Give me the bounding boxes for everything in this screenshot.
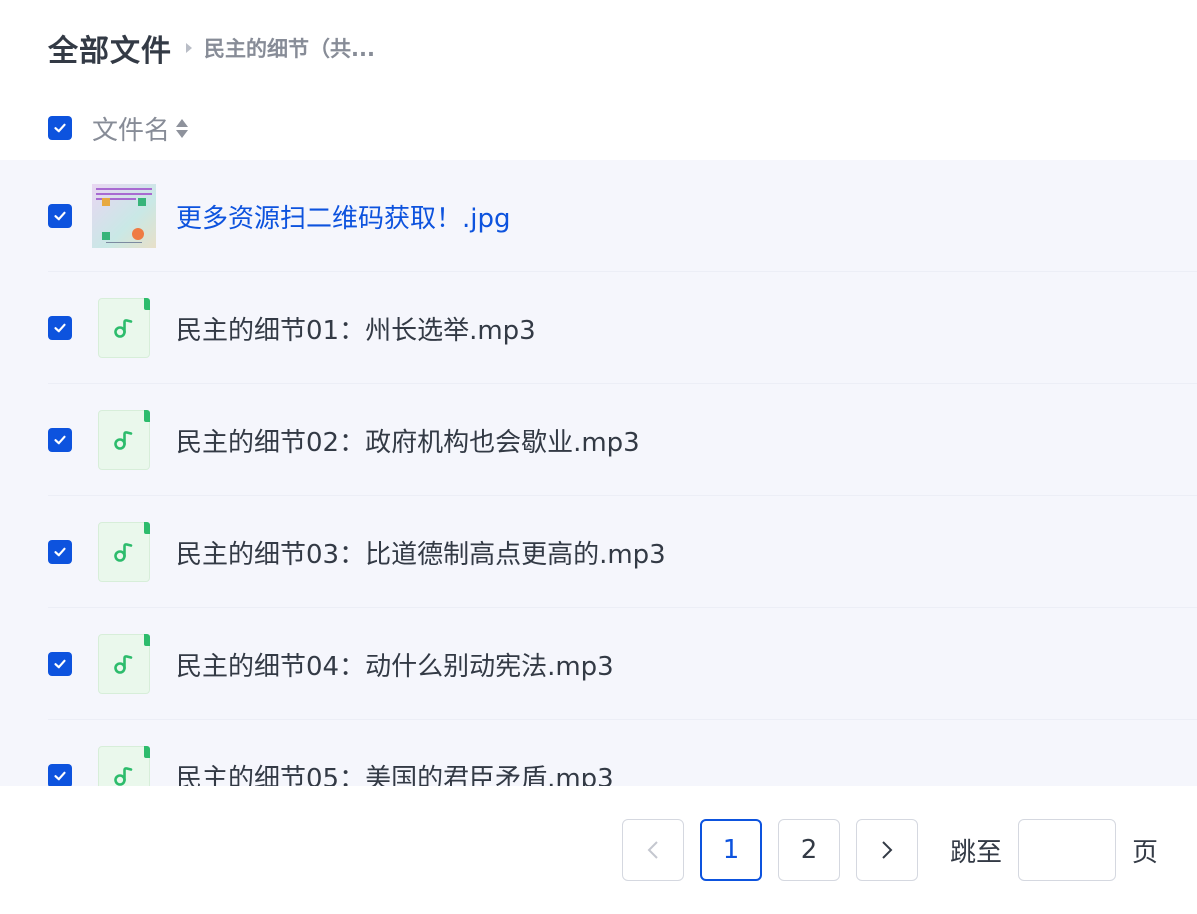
page-button-2[interactable]: 2 xyxy=(778,819,840,881)
breadcrumb-current: 民主的细节（共... xyxy=(204,37,375,61)
audio-file-icon xyxy=(98,298,150,358)
row-checkbox[interactable] xyxy=(48,764,72,786)
checkmark-icon xyxy=(54,123,66,133)
audio-file-icon xyxy=(98,746,150,786)
checkmark-icon xyxy=(54,435,66,445)
audio-file-icon xyxy=(98,522,150,582)
next-page-button[interactable] xyxy=(856,819,918,881)
audio-file-icon xyxy=(98,410,150,470)
page-jump-input[interactable] xyxy=(1018,819,1117,881)
chevron-left-icon xyxy=(647,841,658,859)
row-checkbox[interactable] xyxy=(48,428,72,452)
file-name[interactable]: 民主的细节03：比道德制高点更高的.mp3 xyxy=(176,534,666,571)
file-name[interactable]: 民主的细节04：动什么别动宪法.mp3 xyxy=(176,646,614,683)
file-row[interactable]: 民主的细节05：美国的君臣矛盾.mp3 xyxy=(0,720,1197,786)
file-row[interactable]: 民主的细节01：州长选举.mp3 xyxy=(0,272,1197,384)
checkmark-icon xyxy=(54,547,66,557)
file-list: 更多资源扫二维码获取！.jpg 民主的细节01：州长选举.mp3 民主的细节02… xyxy=(0,160,1197,786)
jump-to-label: 跳至 xyxy=(950,837,1003,868)
row-checkbox[interactable] xyxy=(48,316,72,340)
prev-page-button[interactable] xyxy=(622,819,684,881)
page-button-1[interactable]: 1 xyxy=(700,819,762,881)
file-name[interactable]: 民主的细节02：政府机构也会歇业.mp3 xyxy=(176,422,640,459)
image-thumbnail[interactable] xyxy=(92,184,156,248)
page-suffix-label: 页 xyxy=(1132,837,1159,868)
file-row[interactable]: 民主的细节03：比道德制高点更高的.mp3 xyxy=(0,496,1197,608)
file-name[interactable]: 民主的细节01：州长选举.mp3 xyxy=(176,310,536,347)
list-header: 文件名 xyxy=(48,108,189,148)
checkmark-icon xyxy=(54,659,66,669)
column-header-filename[interactable]: 文件名 xyxy=(92,110,170,147)
file-name[interactable]: 更多资源扫二维码获取！.jpg xyxy=(176,198,511,235)
checkmark-icon xyxy=(54,211,66,221)
select-all-checkbox[interactable] xyxy=(48,116,72,140)
breadcrumb-root[interactable]: 全部文件 xyxy=(48,26,172,70)
row-checkbox[interactable] xyxy=(48,204,72,228)
pagination: 1 2 跳至 页 xyxy=(622,818,1158,882)
file-row[interactable]: 民主的细节02：政府机构也会歇业.mp3 xyxy=(0,384,1197,496)
file-row[interactable]: 更多资源扫二维码获取！.jpg xyxy=(0,160,1197,272)
chevron-right-icon xyxy=(882,841,893,859)
breadcrumb-separator-icon xyxy=(186,43,192,53)
row-checkbox[interactable] xyxy=(48,540,72,564)
checkmark-icon xyxy=(54,771,66,781)
row-checkbox[interactable] xyxy=(48,652,72,676)
audio-file-icon xyxy=(98,634,150,694)
file-browser: 全部文件 民主的细节（共... 文件名 更多资源扫二维码获取！.jpg 民主的细… xyxy=(0,0,1197,914)
breadcrumb: 全部文件 民主的细节（共... xyxy=(48,26,375,70)
sort-icon[interactable] xyxy=(176,118,189,138)
checkmark-icon xyxy=(54,323,66,333)
file-name[interactable]: 民主的细节05：美国的君臣矛盾.mp3 xyxy=(176,758,614,787)
file-row[interactable]: 民主的细节04：动什么别动宪法.mp3 xyxy=(0,608,1197,720)
